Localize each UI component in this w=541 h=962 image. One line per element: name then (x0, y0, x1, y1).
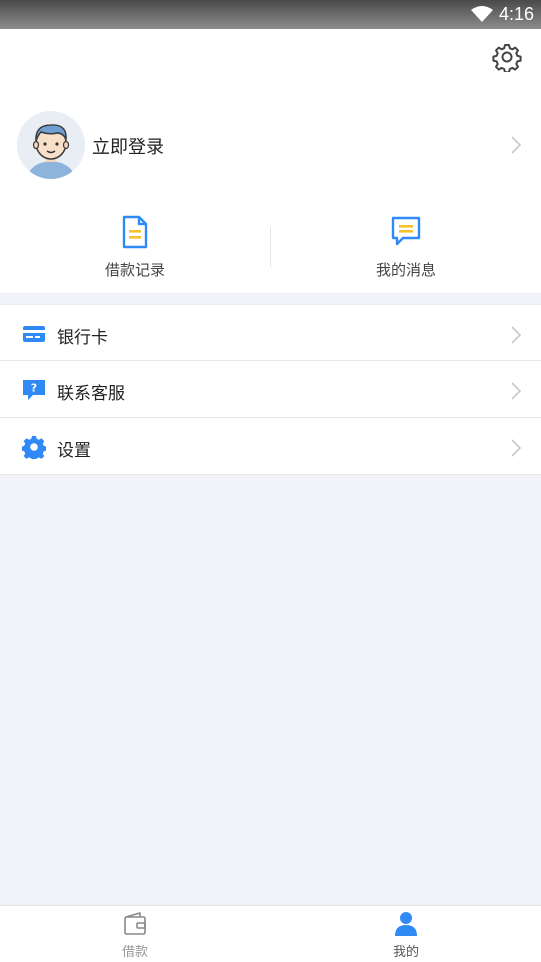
customer-service-icon: ? (23, 380, 45, 400)
svg-text:?: ? (31, 382, 37, 395)
menu-label-customer-service: 联系客服 (57, 384, 125, 404)
login-row[interactable]: 立即登录 (0, 111, 541, 183)
profile-header: 立即登录 借款记录 我的消息 (0, 29, 541, 293)
settings-gear-button[interactable] (492, 42, 522, 74)
avatar-icon (17, 111, 85, 179)
quick-actions: 借款记录 我的消息 (0, 209, 541, 293)
bank-card-icon (23, 326, 45, 342)
wallet-icon (124, 912, 146, 935)
nav-label-mine: 我的 (392, 945, 419, 960)
nav-label-loan: 借款 (121, 945, 148, 960)
settings-icon (22, 436, 46, 459)
chevron-right-icon (511, 326, 522, 344)
quick-label-my-messages: 我的消息 (375, 261, 436, 279)
message-icon (391, 216, 421, 246)
menu-item-bank-card[interactable]: 银行卡 (0, 304, 541, 361)
gear-icon (492, 44, 522, 74)
quick-item-my-messages[interactable]: 我的消息 (271, 209, 541, 293)
menu-label-bank-card: 银行卡 (57, 328, 108, 348)
wifi-icon (471, 6, 493, 22)
nav-tab-mine[interactable]: 我的 (271, 906, 541, 962)
menu-item-customer-service[interactable]: ? 联系客服 (0, 361, 541, 418)
status-time: 4:16 (498, 4, 534, 24)
chevron-right-icon (511, 136, 522, 154)
login-label: 立即登录 (92, 137, 164, 158)
chevron-right-icon (511, 439, 522, 457)
avatar (17, 111, 85, 179)
quick-item-loan-records[interactable]: 借款记录 (0, 209, 270, 293)
document-icon (122, 215, 148, 249)
status-bar: 4:16 (0, 0, 541, 29)
chevron-right-icon (511, 382, 522, 400)
menu-item-settings[interactable]: 设置 (0, 418, 541, 475)
nav-tab-loan[interactable]: 借款 (0, 906, 270, 962)
quick-label-loan-records: 借款记录 (104, 261, 165, 279)
menu-list: 银行卡 ? 联系客服 设置 (0, 304, 541, 475)
user-icon (395, 912, 417, 936)
menu-label-settings: 设置 (57, 441, 91, 461)
bottom-nav: 借款 我的 (0, 905, 541, 962)
